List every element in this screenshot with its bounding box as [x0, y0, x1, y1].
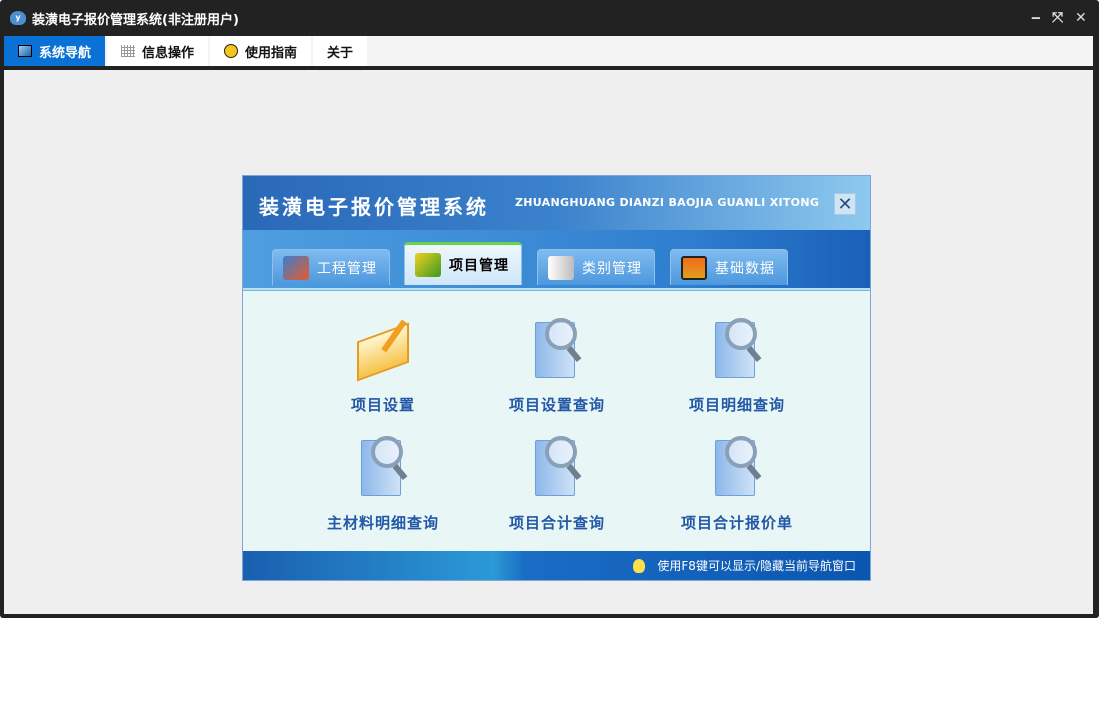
tab-basic-data[interactable]: 基础数据: [670, 249, 788, 285]
tab-category-manage[interactable]: 类别管理: [537, 249, 655, 285]
document-search-icon: [357, 436, 409, 498]
item-detail-query[interactable]: 项目明细查询: [652, 318, 822, 415]
app-logo-icon: y: [10, 11, 26, 25]
menu-bar: 系统导航 信息操作 使用指南 关于: [4, 36, 1093, 66]
book-icon: [548, 255, 574, 280]
restore-button[interactable]: ⤧: [1052, 10, 1063, 26]
panel-header: 装潢电子报价管理系统 ZHUANGHUANG DIANZI BAOJIA GUA…: [243, 176, 870, 230]
item-label: 项目合计报价单: [680, 514, 793, 532]
item-total-query[interactable]: 项目合计查询: [472, 436, 642, 533]
help-icon: [224, 44, 239, 58]
monitor-icon: [18, 45, 32, 57]
tab-project-manage[interactable]: 工程管理: [272, 249, 390, 285]
document-search-icon: [531, 436, 583, 498]
divider: [243, 288, 870, 291]
item-label: 项目设置查询: [508, 396, 605, 414]
close-button[interactable]: ✕: [1075, 10, 1087, 26]
menu-tab-about[interactable]: 关于: [313, 36, 368, 66]
panel-close-button[interactable]: ✕: [834, 193, 856, 215]
item-label: 项目明细查询: [688, 396, 785, 414]
navigation-panel: 装潢电子报价管理系统 ZHUANGHUANG DIANZI BAOJIA GUA…: [242, 175, 871, 581]
notebook-pen-icon: [357, 318, 409, 382]
grid-icon: [121, 45, 136, 57]
title-bar: y 装潢电子报价管理系统(非注册用户) ‒ ⤧ ✕: [0, 0, 1099, 36]
tab-item-manage[interactable]: 项目管理: [404, 242, 522, 285]
item-settings-query[interactable]: 项目设置查询: [472, 318, 642, 415]
panel-footer: 使用F8键可以显示/隐藏当前导航窗口: [243, 551, 870, 580]
footer-hint: 使用F8键可以显示/隐藏当前导航窗口: [657, 559, 856, 573]
item-label: 主材料明细查询: [326, 514, 439, 532]
panel-tabs: 工程管理 项目管理 类别管理 基础数据: [243, 230, 870, 288]
lightbulb-icon: [633, 558, 646, 573]
menu-tab-guide[interactable]: 使用指南: [210, 36, 312, 66]
tab-label: 基础数据: [715, 260, 775, 277]
menu-tab-nav[interactable]: 系统导航: [4, 36, 106, 66]
window-title: 装潢电子报价管理系统(非注册用户): [32, 12, 239, 28]
monitor-icon: [681, 255, 707, 280]
document-search-icon: [711, 436, 763, 498]
item-material-query[interactable]: 主材料明细查询: [298, 436, 468, 533]
item-quote-sheet[interactable]: 项目合计报价单: [652, 436, 822, 533]
item-project-settings[interactable]: 项目设置: [298, 318, 468, 415]
panel-title: 装潢电子报价管理系统: [259, 195, 489, 219]
menu-label: 关于: [327, 45, 354, 61]
item-label: 项目设置: [350, 396, 415, 414]
cube-icon: [415, 253, 441, 277]
tab-label: 项目管理: [449, 258, 509, 274]
tab-label: 类别管理: [582, 260, 642, 277]
menu-label: 系统导航: [39, 45, 92, 61]
menu-tab-info[interactable]: 信息操作: [107, 36, 209, 66]
document-search-icon: [711, 318, 763, 380]
item-label: 项目合计查询: [508, 514, 605, 532]
house-icon: [283, 255, 309, 280]
document-search-icon: [531, 318, 583, 380]
menu-label: 信息操作: [142, 45, 195, 61]
minimize-button[interactable]: ‒: [1031, 10, 1041, 26]
tab-label: 工程管理: [317, 260, 377, 277]
panel-subtitle: ZHUANGHUANG DIANZI BAOJIA GUANLI XITONG: [515, 196, 820, 209]
menu-label: 使用指南: [245, 45, 298, 61]
